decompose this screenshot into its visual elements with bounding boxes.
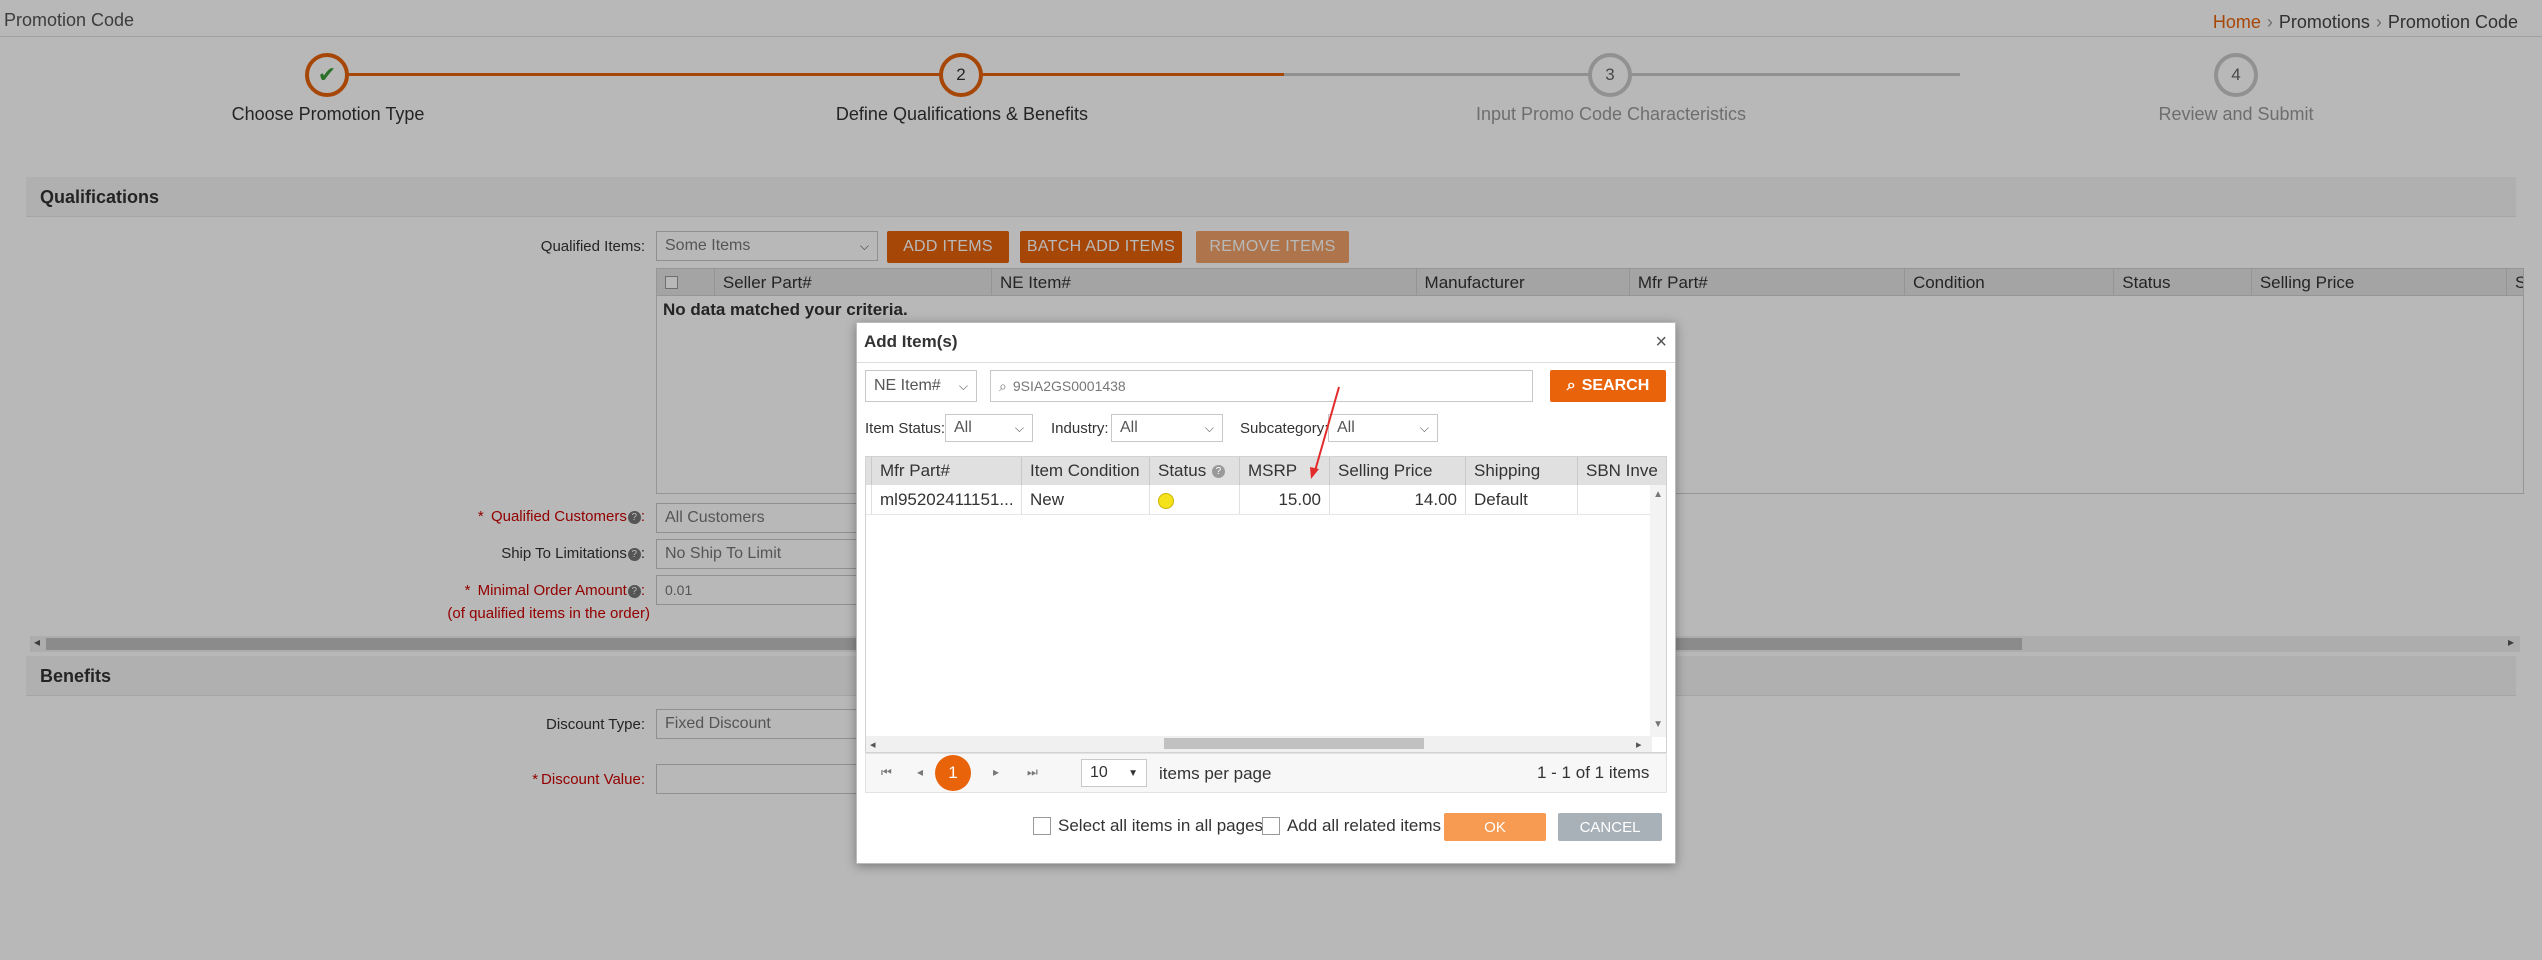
- select-all-pages-checkbox[interactable]: [1033, 817, 1051, 835]
- next-page-icon[interactable]: ▸: [993, 765, 999, 779]
- table-row[interactable]: ml95202411151... New 15.00 14.00 Default: [866, 485, 1666, 515]
- cell-status: [1150, 485, 1240, 514]
- page-size-value: 10: [1090, 764, 1108, 781]
- search-button-label: SEARCH: [1581, 377, 1650, 394]
- help-icon[interactable]: ?: [1211, 465, 1225, 479]
- add-related-label: Add all related items: [1287, 816, 1442, 835]
- select-all-pages-label: Select all items in all pages: [1058, 816, 1264, 835]
- chevron-down-icon: ⌵: [958, 378, 968, 393]
- scroll-up-icon[interactable]: ▲: [1653, 489, 1663, 500]
- item-status-select[interactable]: All ⌵: [945, 414, 1033, 442]
- annotation-arrow-icon: [1310, 386, 1340, 479]
- page-size-select[interactable]: 10 ▼: [1081, 759, 1147, 787]
- chevron-down-icon: ⌵: [1419, 420, 1429, 435]
- col-status[interactable]: Status ?: [1150, 457, 1240, 485]
- results-table-header: Mfr Part# Item Condition Status ? MSRP S…: [866, 457, 1666, 485]
- search-input[interactable]: ⌕ 9SIA2GS0001438: [990, 370, 1533, 402]
- first-page-icon[interactable]: ⏮: [881, 765, 892, 780]
- cell-mfr-part: ml95202411151...: [872, 485, 1022, 514]
- cell-msrp: 15.00: [1240, 485, 1330, 514]
- cancel-button[interactable]: CANCEL: [1558, 813, 1662, 841]
- items-per-page-label: items per page: [1159, 764, 1272, 783]
- chevron-down-icon: ⌵: [1014, 420, 1024, 435]
- cell-selling-price: 14.00: [1330, 485, 1466, 514]
- current-page-button[interactable]: 1: [935, 755, 971, 791]
- col-mfr-part[interactable]: Mfr Part#: [872, 457, 1022, 485]
- search-icon: ⌕: [999, 377, 1007, 394]
- col-status-label: Status: [1158, 461, 1207, 480]
- industry-value: All: [1120, 419, 1138, 436]
- status-indicator-icon: [1158, 492, 1174, 509]
- table-vertical-scrollbar[interactable]: [1650, 485, 1666, 737]
- ok-button[interactable]: OK: [1444, 813, 1546, 841]
- search-by-select[interactable]: NE Item# ⌵: [865, 370, 977, 402]
- cell-item-condition: New: [1022, 485, 1150, 514]
- search-by-value: NE Item#: [874, 377, 941, 394]
- search-button[interactable]: ⌕ SEARCH: [1550, 370, 1666, 402]
- last-page-icon[interactable]: ⏭: [1027, 765, 1038, 780]
- scroll-right-icon[interactable]: ▸: [1636, 738, 1642, 751]
- cell-shipping: Default: [1466, 485, 1578, 514]
- close-icon[interactable]: ×: [1655, 331, 1667, 354]
- industry-select[interactable]: All ⌵: [1111, 414, 1223, 442]
- add-related-checkbox[interactable]: [1262, 817, 1280, 835]
- item-status-label: Item Status:: [865, 420, 946, 437]
- item-status-value: All: [954, 419, 972, 436]
- col-item-condition[interactable]: Item Condition: [1022, 457, 1150, 485]
- dialog-title: Add Item(s): [857, 323, 1675, 363]
- table-scrollbar-thumb[interactable]: [1164, 738, 1424, 749]
- col-shipping[interactable]: Shipping: [1466, 457, 1578, 485]
- search-input-value: 9SIA2GS0001438: [1012, 378, 1126, 394]
- cell-sbn-inventory: [1578, 485, 1658, 514]
- search-icon: ⌕: [1566, 377, 1576, 394]
- pager-summary: 1 - 1 of 1 items: [1537, 763, 1650, 782]
- add-items-dialog: Add Item(s) × NE Item# ⌵ ⌕ 9SIA2GS000143…: [856, 322, 1676, 864]
- caret-down-icon: ▼: [1128, 767, 1138, 779]
- scroll-down-icon[interactable]: ▼: [1653, 719, 1663, 730]
- prev-page-icon[interactable]: ◂: [917, 765, 923, 779]
- chevron-down-icon: ⌵: [1204, 420, 1214, 435]
- scroll-left-icon[interactable]: ◂: [870, 738, 876, 751]
- industry-label: Industry:: [1051, 420, 1109, 437]
- col-sbn-inventory[interactable]: SBN Inve: [1578, 457, 1658, 485]
- results-table: Mfr Part# Item Condition Status ? MSRP S…: [865, 456, 1667, 753]
